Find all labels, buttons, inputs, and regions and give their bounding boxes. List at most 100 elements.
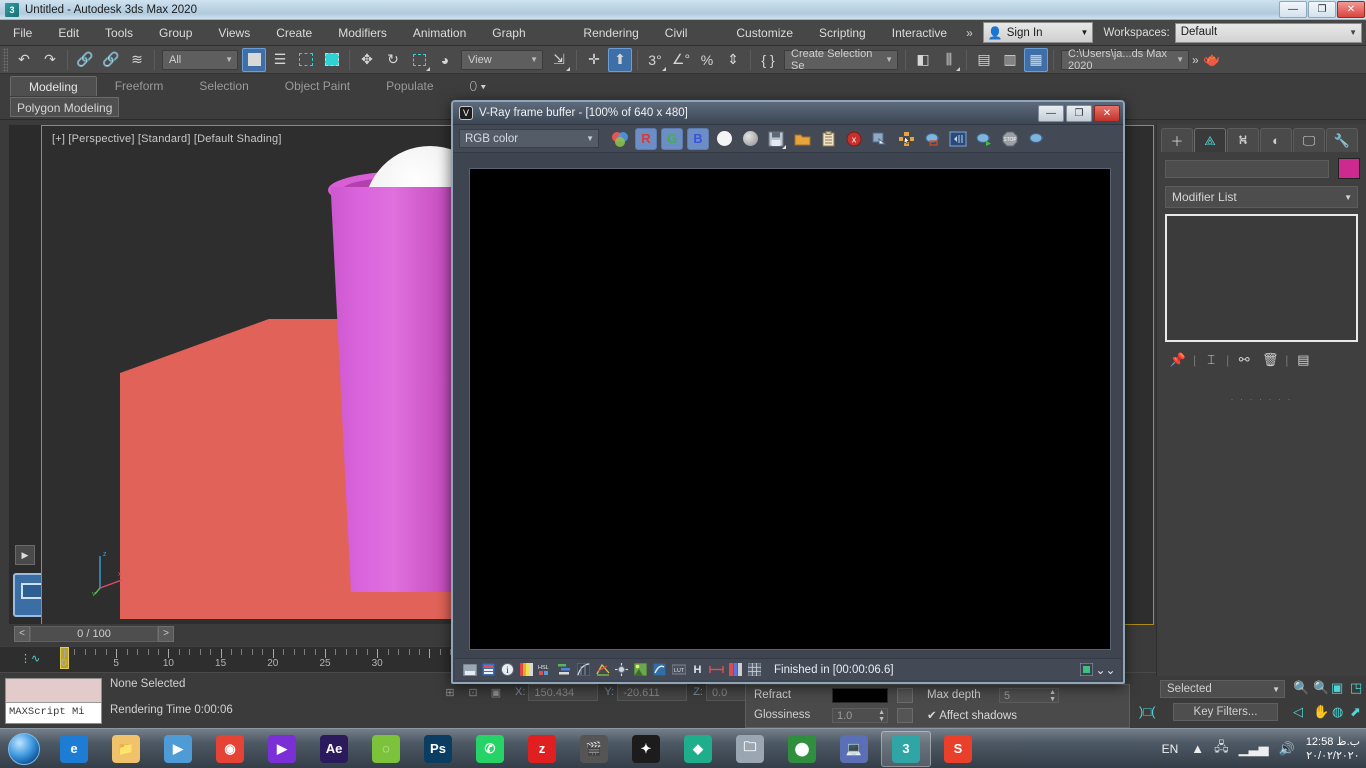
taskbar-app-mpc-be[interactable]: 🎬 [569,731,619,767]
pin-stack-icon[interactable]: 📌 [1167,350,1189,370]
utilities-tab[interactable]: 🔧 [1326,128,1358,152]
vfb-maximize-button[interactable]: ❐ [1066,104,1092,122]
vfb-close-button[interactable]: ✕ [1094,104,1120,122]
menu-item-interactive[interactable]: Interactive [879,20,960,46]
show-corrections-icon[interactable] [1078,661,1095,678]
clipboard-copy-icon[interactable] [817,128,839,150]
network-icon[interactable]: 🖧 [1214,738,1229,760]
undo-icon[interactable]: ↶ [12,48,36,72]
select-link-icon[interactable]: 🔗 [73,48,97,72]
track-mouse-icon[interactable] [895,128,917,150]
selection-filter-combo[interactable]: All ▼ [162,49,238,70]
refract-color-swatch[interactable] [832,687,888,703]
reference-coord-combo[interactable]: View ▼ [461,49,543,70]
make-unique-icon[interactable]: ⚯ [1233,350,1255,370]
render-region-icon[interactable] [947,128,969,150]
menu-item-customize[interactable]: Customize [723,20,806,46]
vfb-minimize-button[interactable]: — [1038,104,1064,122]
workspace-select[interactable]: Default ▼ [1174,22,1362,43]
select-and-rotate-icon[interactable]: ↻ [381,48,405,72]
edit-named-selection-icon[interactable]: { } [756,48,780,72]
save-image-icon[interactable] [765,128,787,150]
show-hidden-icons[interactable]: ▲ [1191,741,1204,756]
current-frame-display[interactable]: 0 / 100 [30,626,158,642]
taskbar-app-everything-search[interactable]: ◆ [673,731,723,767]
horizontal-scale-icon[interactable] [708,661,725,678]
taskbar-app-internet-download-manager[interactable]: z [517,731,567,767]
pixel-aspect-icon[interactable] [461,661,478,678]
alpha-channel-icon[interactable] [713,128,735,150]
viewport-label[interactable]: [+] [Perspective] [Standard] [Default Sh… [52,133,282,145]
taskbar-app-file-explorer[interactable]: 📁 [101,731,151,767]
taskbar-app-internet-explorer[interactable]: e [49,731,99,767]
use-center-flyout-icon[interactable]: ⇲ [547,48,571,72]
menu-item-modifiers[interactable]: Modifiers [325,20,400,46]
set-key-icon[interactable]: )□( [1139,704,1156,719]
key-filters-button[interactable]: Key Filters... [1173,703,1278,721]
select-and-scale-icon[interactable] [407,48,431,72]
select-by-name-icon[interactable]: ☰ [268,48,292,72]
levels-icon[interactable] [556,661,573,678]
taskbar-app-media-player[interactable]: ▶ [153,731,203,767]
object-color-swatch[interactable] [1338,158,1360,179]
spinner-icon[interactable]: ▲ ▼ [1049,689,1056,703]
unlink-icon[interactable]: 🔗 [99,48,123,72]
project-path-combo[interactable]: C:\Users\ja...ds Max 2020 ▼ [1061,48,1189,72]
taskbar-clock[interactable]: 12:58 ب.ظ ٢٠/٠٢/٢٠٢٠ [1306,735,1360,763]
ribbon-more-icon[interactable]: ⬯ ▾ [452,76,505,96]
orbit-icon[interactable]: ◍ [1332,704,1343,720]
start-button[interactable] [0,730,48,768]
taskbar-app-counter-strike[interactable]: ✦ [621,731,671,767]
expand-panel-icon[interactable]: ⌄⌄ [1095,661,1115,678]
stop-render-icon[interactable]: STOP [999,128,1021,150]
zoom-all-icon[interactable]: 🔍 [1313,680,1329,696]
menu-item-graph-editors[interactable]: Graph Editors [479,20,570,66]
tab-object-paint[interactable]: Object Paint [267,76,368,96]
show-end-result-icon[interactable]: ⌶ [1200,350,1222,370]
curve-icon[interactable] [575,661,592,678]
exposure-icon[interactable] [613,661,630,678]
rgb-split-icon[interactable] [727,661,744,678]
background-icon[interactable] [632,661,649,678]
menu-item-create[interactable]: Create [263,20,325,46]
field-of-view-icon[interactable]: ◁ [1293,704,1303,720]
coord-x-field[interactable]: 150.434 [528,683,599,701]
maximize-viewport-icon[interactable]: ⬈ [1350,704,1361,720]
coord-y-field[interactable]: -20.611 [617,683,688,701]
zoom-extents-icon[interactable]: ▣ [1331,680,1343,696]
modifier-stack[interactable] [1165,214,1358,342]
tab-modeling[interactable]: Modeling [10,76,97,96]
minimize-button[interactable]: — [1279,0,1307,18]
percent-snap-icon[interactable]: ∠° [669,48,693,72]
isolate-selection-icon[interactable]: ▣ [486,683,506,701]
configure-modifier-sets-icon[interactable]: ▤ [1292,350,1314,370]
vfb-titlebar[interactable]: V V-Ray frame buffer - [100% of 640 x 48… [453,102,1123,125]
maxscript-mini-listener[interactable]: MAXScript Mi [5,678,102,724]
volume-icon[interactable]: 🔊 [1279,741,1295,757]
snap-spinner-icon[interactable]: ⇕ [721,48,745,72]
curve-editor-icon[interactable]: ⋮∿ [20,652,40,665]
taskbar-app-folder-window[interactable]: 🗀 [725,731,775,767]
bind-space-warp-icon[interactable]: ≋ [125,48,149,72]
animation-play-toggle[interactable]: ▶ [15,545,35,565]
menu-item-file[interactable]: File [0,20,45,46]
lut-icon[interactable]: LUT [670,661,687,678]
modify-tab[interactable]: ⟁ [1194,128,1226,152]
vfb-channel-select[interactable]: RGB color ▼ [459,129,599,148]
angle-snap-icon[interactable]: 3° [643,48,667,72]
start-render-icon[interactable] [973,128,995,150]
motion-tab[interactable]: ◐ [1260,128,1292,152]
align-icon[interactable]: ⫼ [937,48,961,72]
hsl-icon[interactable]: HSL [537,661,554,678]
menu-item-civil-view[interactable]: Civil View [652,20,724,66]
vfb-render-image[interactable] [469,168,1111,650]
history-icon[interactable] [480,661,497,678]
rect-selection-region-icon[interactable] [294,48,318,72]
menu-item-rendering[interactable]: Rendering [570,20,651,46]
next-frame-button[interactable]: > [158,626,174,642]
color-channels-icon[interactable] [609,128,631,150]
glossiness-field[interactable]: 1.0 ▲ ▼ [832,707,888,723]
glossiness-map-button[interactable] [897,707,913,723]
hue-icon[interactable]: H [689,661,706,678]
load-image-icon[interactable] [791,128,813,150]
